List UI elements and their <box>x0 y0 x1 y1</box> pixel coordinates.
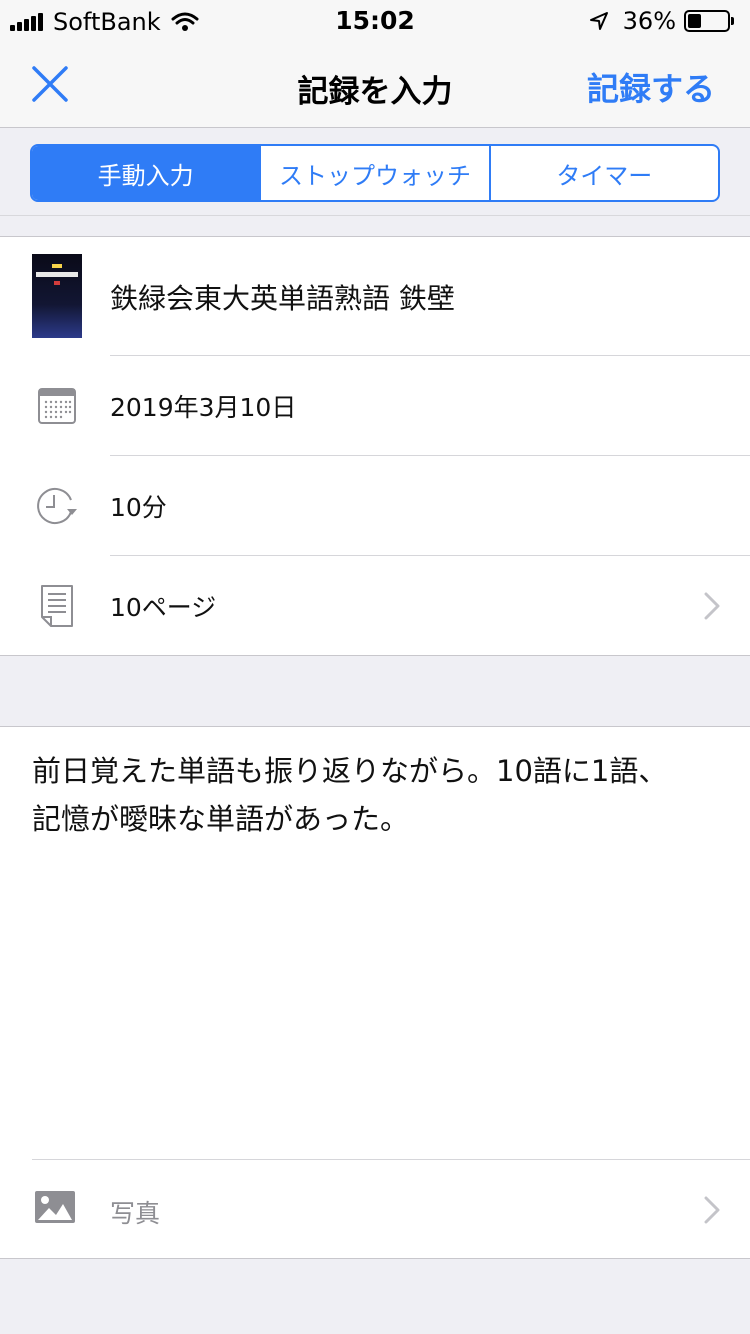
status-bar: SoftBank 15:02 36% <box>0 0 750 40</box>
input-mode-segmented-control: 手動入力 ストップウォッチ タイマー <box>30 144 720 202</box>
record-button[interactable]: 記録する <box>587 64 715 110</box>
document-icon <box>32 584 82 628</box>
duration-value: 10分 <box>110 493 167 522</box>
pages-value: 10ページ <box>110 593 217 622</box>
book-cover-image <box>32 254 82 338</box>
book-row[interactable]: 鉄緑会東大英単語熟語 鉄壁 <box>0 237 750 356</box>
duration-row[interactable]: 10分 <box>0 456 750 556</box>
memo-textarea[interactable]: 前日覚えた単語も振り返りながら。10語に1語、記憶が曖昧な単語があった。 <box>32 747 672 843</box>
memo-section: 前日覚えた単語も振り返りながら。10語に1語、記憶が曖昧な単語があった。 写真 <box>0 726 750 1259</box>
location-arrow-icon <box>589 12 608 30</box>
battery-icon <box>684 10 734 32</box>
photo-row[interactable]: 写真 <box>0 1160 750 1259</box>
date-row[interactable]: 2019年3月10日 <box>0 356 750 456</box>
calendar-icon <box>32 386 82 426</box>
date-value: 2019年3月10日 <box>110 393 297 422</box>
segment-timer[interactable]: タイマー <box>491 146 718 200</box>
clock-icon <box>32 486 82 528</box>
photo-label: 写真 <box>110 1199 161 1228</box>
book-title: 鉄緑会東大英単語熟語 鉄壁 <box>110 281 455 315</box>
chevron-right-icon <box>704 592 720 620</box>
status-right: 36% <box>589 7 734 35</box>
image-icon <box>35 1191 75 1223</box>
input-mode-area: 手動入力 ストップウォッチ タイマー <box>0 129 750 216</box>
battery-percent: 36% <box>622 7 676 35</box>
pages-row[interactable]: 10ページ <box>0 556 750 656</box>
record-form: 鉄緑会東大英単語熟語 鉄壁 2019年3月10日 10分 10ページ <box>0 236 750 656</box>
segment-manual-input[interactable]: 手動入力 <box>32 146 262 200</box>
segment-stopwatch[interactable]: ストップウォッチ <box>261 146 491 200</box>
navigation-bar: 記録を入力 記録する <box>0 40 750 128</box>
chevron-right-icon <box>704 1196 720 1224</box>
